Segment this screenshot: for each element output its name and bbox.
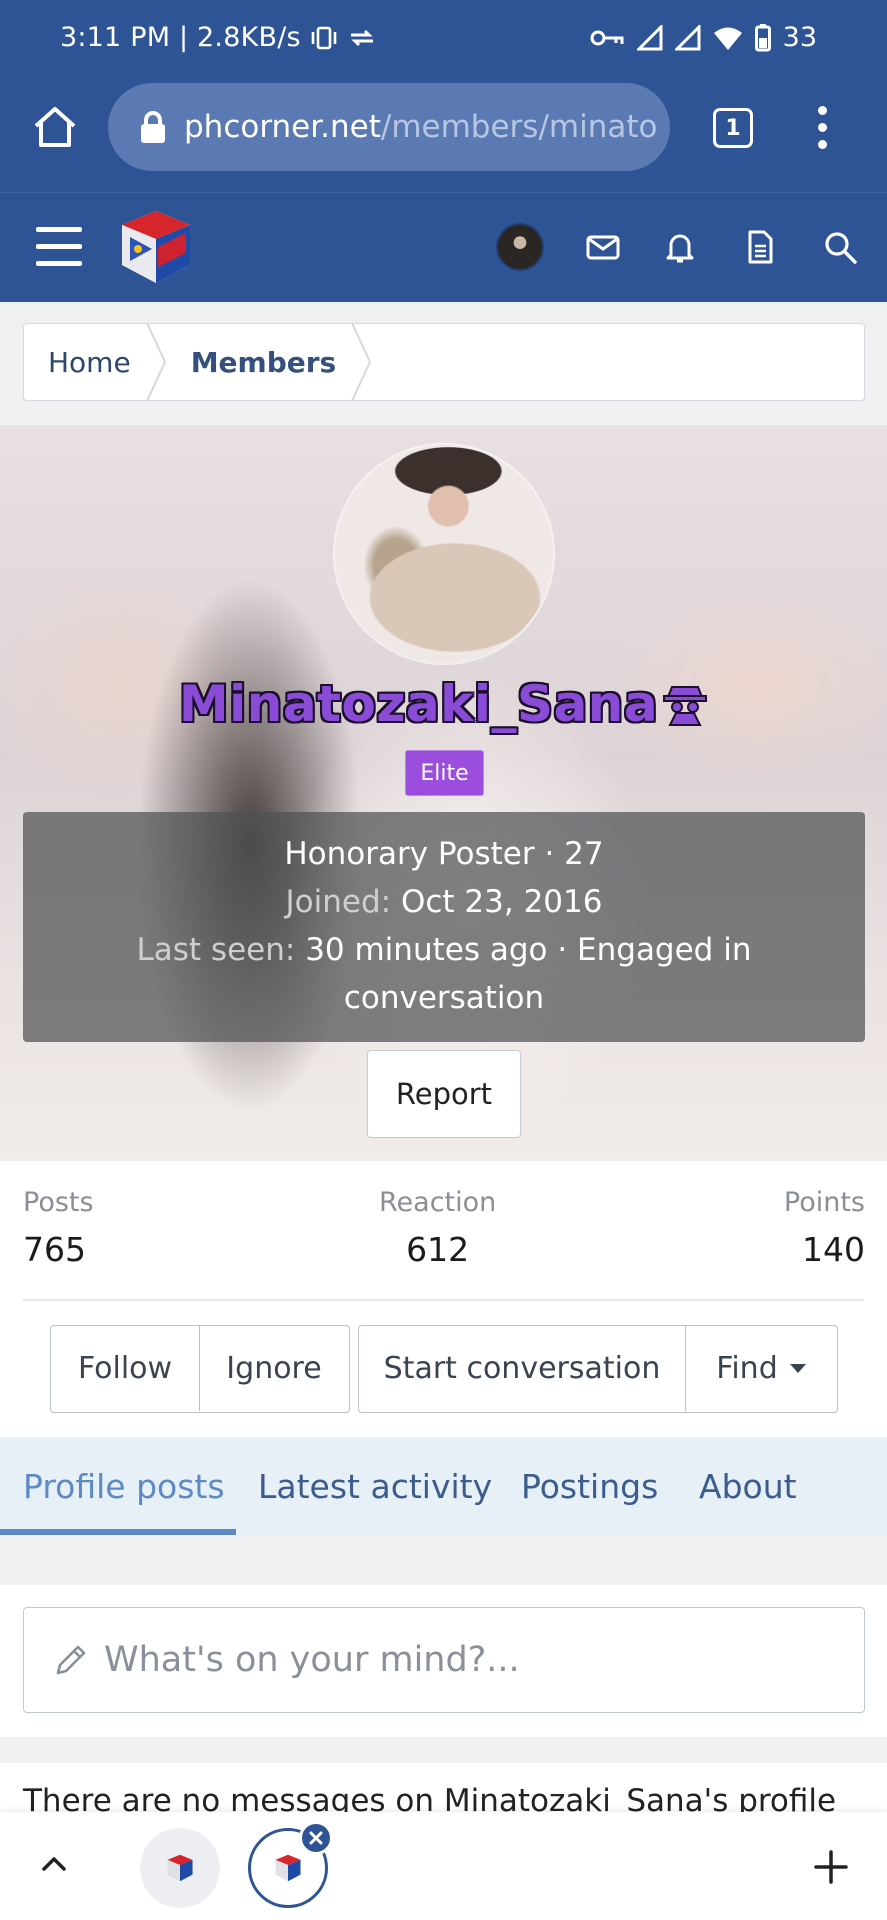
tab-count: 1 (725, 115, 741, 141)
lock-icon (141, 111, 165, 143)
caret-down-icon (789, 1364, 806, 1373)
joined-date: Oct 23, 2016 (400, 884, 603, 920)
browser-toolbar: phcorner.net/members/minato 1 (0, 78, 887, 192)
profile-post-composer: What's on your mind?... (0, 1585, 887, 1737)
profile-tabs: Profile posts Latest activity Postings A… (0, 1437, 887, 1535)
stat-value: 765 (23, 1230, 86, 1269)
site-logo[interactable] (118, 207, 194, 287)
profile-avatar[interactable] (335, 445, 553, 663)
profile-actions: Follow Ignore Start conversation Find (0, 1301, 887, 1437)
battery-level: 33 (782, 22, 817, 53)
close-tab-icon[interactable] (299, 1821, 333, 1855)
conversation-find-group: Start conversation Find (358, 1325, 838, 1413)
signal-icon (674, 24, 701, 50)
chevron-right-icon (145, 323, 166, 401)
profile-stats: Posts 765 Reaction 612 Points 140 (0, 1161, 887, 1301)
tab-postings[interactable]: Postings (521, 1437, 658, 1535)
find-dropdown-button[interactable]: Find (685, 1326, 836, 1411)
browser-tab-strip (0, 1812, 887, 1920)
stat-points[interactable]: Points 140 (784, 1187, 865, 1269)
user-title: Honorary Poster · 27 (284, 836, 604, 872)
ignore-button[interactable]: Ignore (199, 1326, 348, 1411)
tab-profile-posts[interactable]: Profile posts (23, 1437, 225, 1535)
stat-label: Points (783, 1187, 865, 1218)
start-conversation-button[interactable]: Start conversation (359, 1326, 685, 1411)
find-label: Find (716, 1351, 778, 1386)
mail-icon[interactable] (585, 229, 621, 265)
last-seen-value: 30 minutes ago · Engaged in (305, 932, 752, 968)
chevron-up-icon[interactable] (38, 1848, 70, 1880)
vpn-key-icon (590, 30, 624, 45)
stat-label: Reaction (379, 1187, 497, 1218)
browser-tab-thumbnail[interactable] (140, 1828, 220, 1908)
search-icon[interactable] (822, 229, 858, 265)
composer-placeholder: What's on your mind?... (104, 1640, 520, 1680)
last-seen-label: Last seen: (136, 932, 296, 968)
user-avatar[interactable] (496, 223, 544, 271)
profile-info-panel: Honorary Poster · 27 Joined: Oct 23, 201… (23, 812, 865, 1042)
breadcrumb: Home Members (23, 323, 865, 401)
signal-icon (636, 24, 663, 50)
stat-label: Posts (23, 1187, 94, 1218)
breadcrumb-home[interactable]: Home (24, 323, 167, 401)
breadcrumb-label: Home (48, 345, 131, 379)
stat-value: 612 (406, 1230, 470, 1269)
last-seen-line: Last seen: 30 minutes ago · Engaged in (23, 926, 865, 974)
pencil-icon (56, 1645, 86, 1675)
follow-ignore-group: Follow Ignore (50, 1325, 350, 1413)
report-button[interactable]: Report (367, 1050, 521, 1138)
joined-label: Joined: (285, 884, 392, 920)
url-host: phcorner.net (184, 109, 381, 145)
stat-value: 140 (802, 1230, 865, 1269)
battery-icon (754, 23, 771, 51)
site-favicon-icon (167, 1854, 193, 1882)
spacer (0, 1737, 887, 1763)
site-navbar (0, 192, 887, 302)
wifi-icon (713, 27, 742, 50)
browser-menu-icon[interactable] (816, 106, 828, 150)
breadcrumb-members[interactable]: Members (167, 323, 373, 401)
stat-posts[interactable]: Posts 765 (23, 1187, 94, 1269)
breadcrumb-label: Members (190, 345, 337, 379)
url-text: phcorner.net/members/minato (184, 109, 657, 145)
status-bar: 3:11 PM | 2.8KB/s 33 (0, 0, 887, 78)
spacer (0, 1535, 887, 1585)
document-icon[interactable] (742, 229, 778, 265)
profile-banner: Minatozaki_Sana Elite Honorary Poster · … (0, 425, 887, 1161)
tab-latest-activity[interactable]: Latest activity (258, 1437, 492, 1535)
chevron-right-icon (351, 323, 372, 401)
address-bar[interactable]: phcorner.net/members/minato (108, 83, 670, 171)
spy-emoji-icon (663, 686, 708, 726)
home-icon[interactable] (30, 102, 80, 152)
new-tab-plus-icon[interactable] (812, 1848, 850, 1886)
joined-line: Joined: Oct 23, 2016 (23, 878, 865, 926)
last-seen-line-2: conversation (343, 980, 545, 1016)
user-banner-badge: Elite (405, 750, 484, 796)
tab-about[interactable]: About (699, 1437, 797, 1535)
browser-tab-thumbnail-current[interactable] (248, 1821, 333, 1908)
tab-switcher-button[interactable]: 1 (713, 108, 753, 148)
bell-icon[interactable] (662, 229, 698, 265)
profile-username: Minatozaki_Sana (0, 675, 887, 733)
hamburger-menu-icon[interactable] (36, 227, 82, 267)
vibrate-icon (311, 26, 337, 49)
username-text: Minatozaki_Sana (178, 675, 659, 733)
data-saver-icon (350, 29, 373, 46)
stat-reaction[interactable]: Reaction 612 (379, 1187, 496, 1269)
follow-button[interactable]: Follow (51, 1326, 199, 1411)
status-input[interactable]: What's on your mind?... (23, 1607, 865, 1713)
site-favicon-icon (275, 1854, 301, 1882)
url-path: /members/minato (380, 109, 658, 145)
status-time-speed: 3:11 PM | 2.8KB/s (60, 22, 301, 53)
